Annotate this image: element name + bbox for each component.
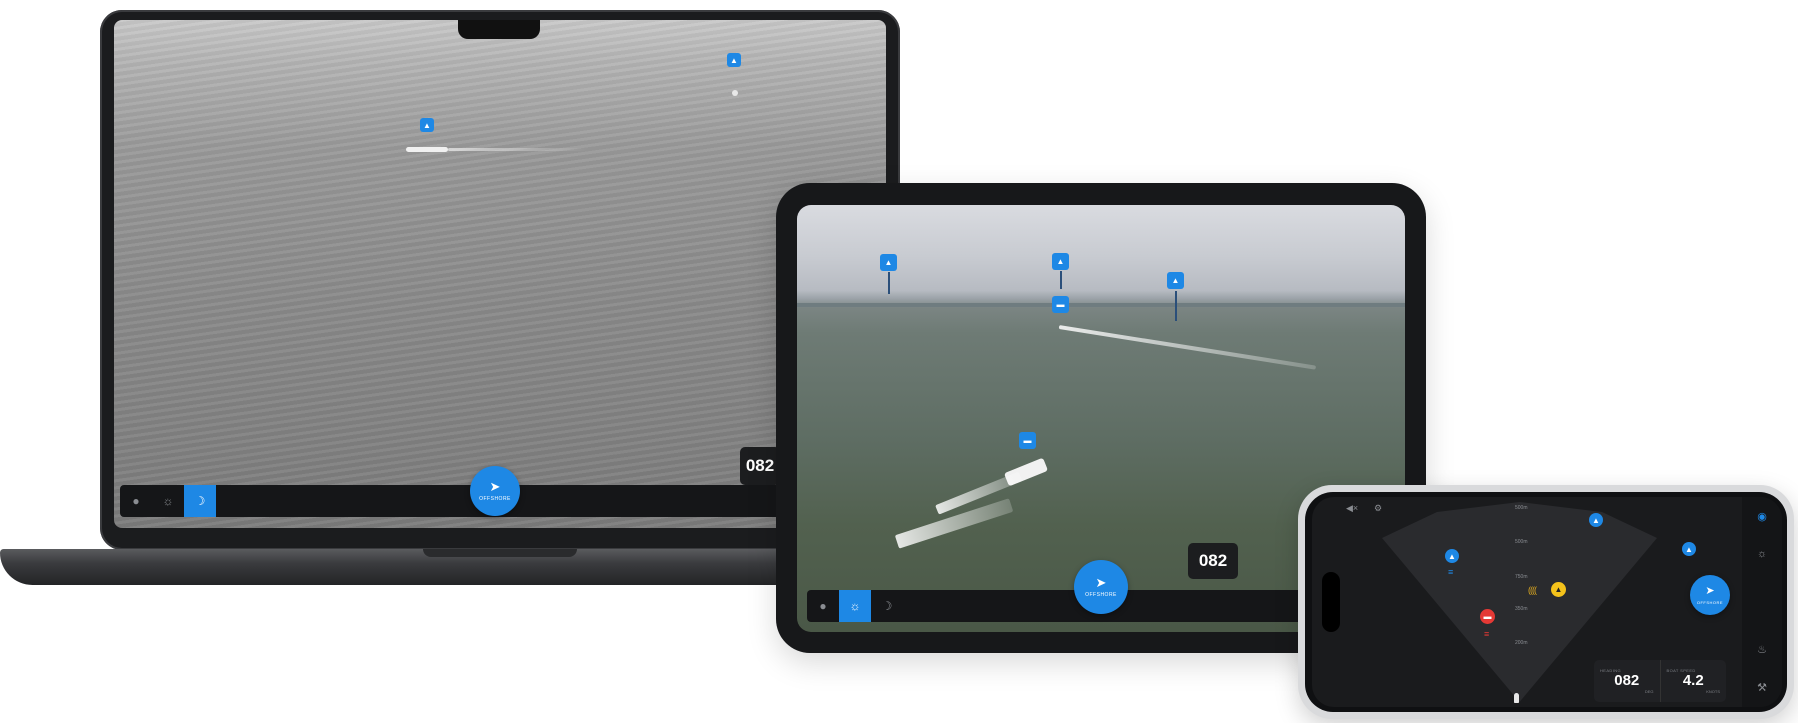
vessel-marker-icon[interactable]: ▲: [420, 118, 434, 132]
boat-marker-icon[interactable]: ▬: [1052, 296, 1069, 313]
boat-wake: [1058, 325, 1317, 370]
range-label: 500m: [1515, 539, 1528, 545]
laptop-hinge-dip: [423, 549, 577, 557]
alert-vessel-icon[interactable]: ▬: [1480, 609, 1495, 624]
pin-icon[interactable]: ●: [120, 485, 152, 517]
offshore-label: OFFSHORE: [1696, 599, 1724, 605]
offshore-label: OFFSHORE: [479, 496, 511, 502]
camera-notch: [458, 20, 540, 39]
compass-marker-icon[interactable]: ▲: [1589, 513, 1603, 527]
phone-sidebar: ◉ ☼ ♨ ⚒: [1742, 497, 1782, 707]
sound-signal-icon: ((((: [1528, 585, 1537, 595]
boat-target: [406, 147, 448, 152]
moon-icon[interactable]: ☽: [184, 485, 216, 517]
buoy-target: [732, 90, 738, 96]
own-boat-icon: [1514, 693, 1519, 703]
sail-target: [1060, 271, 1062, 289]
sun-icon[interactable]: ☼: [839, 590, 871, 622]
laptop-thermal-view: ▲ ▲ 082 ● ☼ ☽ ➤ OFFSHORE: [114, 20, 886, 528]
heading-readout: 082: [1188, 543, 1238, 579]
devices-showcase: ▲ ▲ 082 ● ☼ ☽ ➤ OFFSHORE ▲ ▲ ▲ ▬ ▬ 082 ●…: [0, 0, 1798, 723]
offshore-icon: ➤: [1095, 575, 1107, 590]
range-label: 200m: [1515, 640, 1528, 646]
sun-icon[interactable]: ☼: [1757, 535, 1767, 573]
signal-icon: ≡: [1448, 567, 1453, 577]
volume-icon[interactable]: ◀×: [1346, 503, 1358, 514]
range-label: 350m: [1515, 606, 1528, 612]
offshore-button[interactable]: ➤ OFFSHORE: [1074, 560, 1128, 614]
speed-unit: KNOTS: [1706, 689, 1720, 695]
vessel-marker-icon[interactable]: ▲: [1052, 253, 1069, 270]
pin-icon[interactable]: ●: [807, 590, 839, 622]
vessel-marker-icon[interactable]: ▲: [1167, 272, 1184, 289]
heading-value: 082: [1198, 551, 1228, 570]
readout-panel: HEADING 082 DEG BOAT SPEED 4.2 KNOTS: [1594, 660, 1726, 702]
boat-wake: [448, 148, 588, 151]
moon-icon[interactable]: ☽: [871, 590, 903, 622]
offshore-button[interactable]: ➤ OFFSHORE: [470, 466, 520, 516]
pin-icon[interactable]: ◉: [1757, 497, 1767, 535]
wrench-icon[interactable]: ⚒: [1757, 669, 1767, 707]
vessel-marker-icon[interactable]: ▲: [727, 53, 741, 67]
warning-vessel-icon[interactable]: ▲: [1551, 582, 1566, 597]
offshore-label: OFFSHORE: [1085, 592, 1117, 598]
settings-icon[interactable]: ⚙: [1374, 503, 1382, 514]
phone-radar-view: ◀× ⚙ 500m 500m 750m 350m 200m ▲ ▲ ≡ ((((…: [1312, 497, 1782, 707]
vessel-marker-icon[interactable]: ▲: [1445, 549, 1459, 563]
dynamic-island: [1322, 572, 1340, 632]
signal-icon: ≡: [1484, 629, 1489, 639]
range-label: 500m: [1515, 505, 1528, 511]
heading-readout: 082: [740, 447, 780, 485]
speed-value: 4.2: [1682, 671, 1704, 689]
nearby-vessel-icon[interactable]: ▲: [1682, 542, 1696, 556]
heading-value: 082: [745, 456, 775, 475]
offshore-icon: ➤: [1705, 584, 1715, 597]
boat-marker-icon[interactable]: ▬: [1019, 432, 1036, 449]
sun-icon[interactable]: ☼: [152, 485, 184, 517]
sail-target: [1175, 291, 1177, 321]
heading-value: 082: [1614, 671, 1640, 689]
offshore-button[interactable]: ➤ OFFSHORE: [1690, 575, 1730, 615]
horizon-line: [797, 303, 1405, 307]
sail-target: [888, 272, 890, 294]
speed-readout: BOAT SPEED 4.2 KNOTS: [1661, 660, 1727, 702]
heading-unit: DEG: [1644, 689, 1654, 695]
offshore-icon: ➤: [489, 479, 501, 494]
vessel-marker-icon[interactable]: ▲: [880, 254, 897, 271]
bell-icon[interactable]: ♨: [1757, 631, 1767, 669]
heading-readout: HEADING 082 DEG: [1594, 660, 1661, 702]
range-label: 750m: [1515, 574, 1528, 580]
